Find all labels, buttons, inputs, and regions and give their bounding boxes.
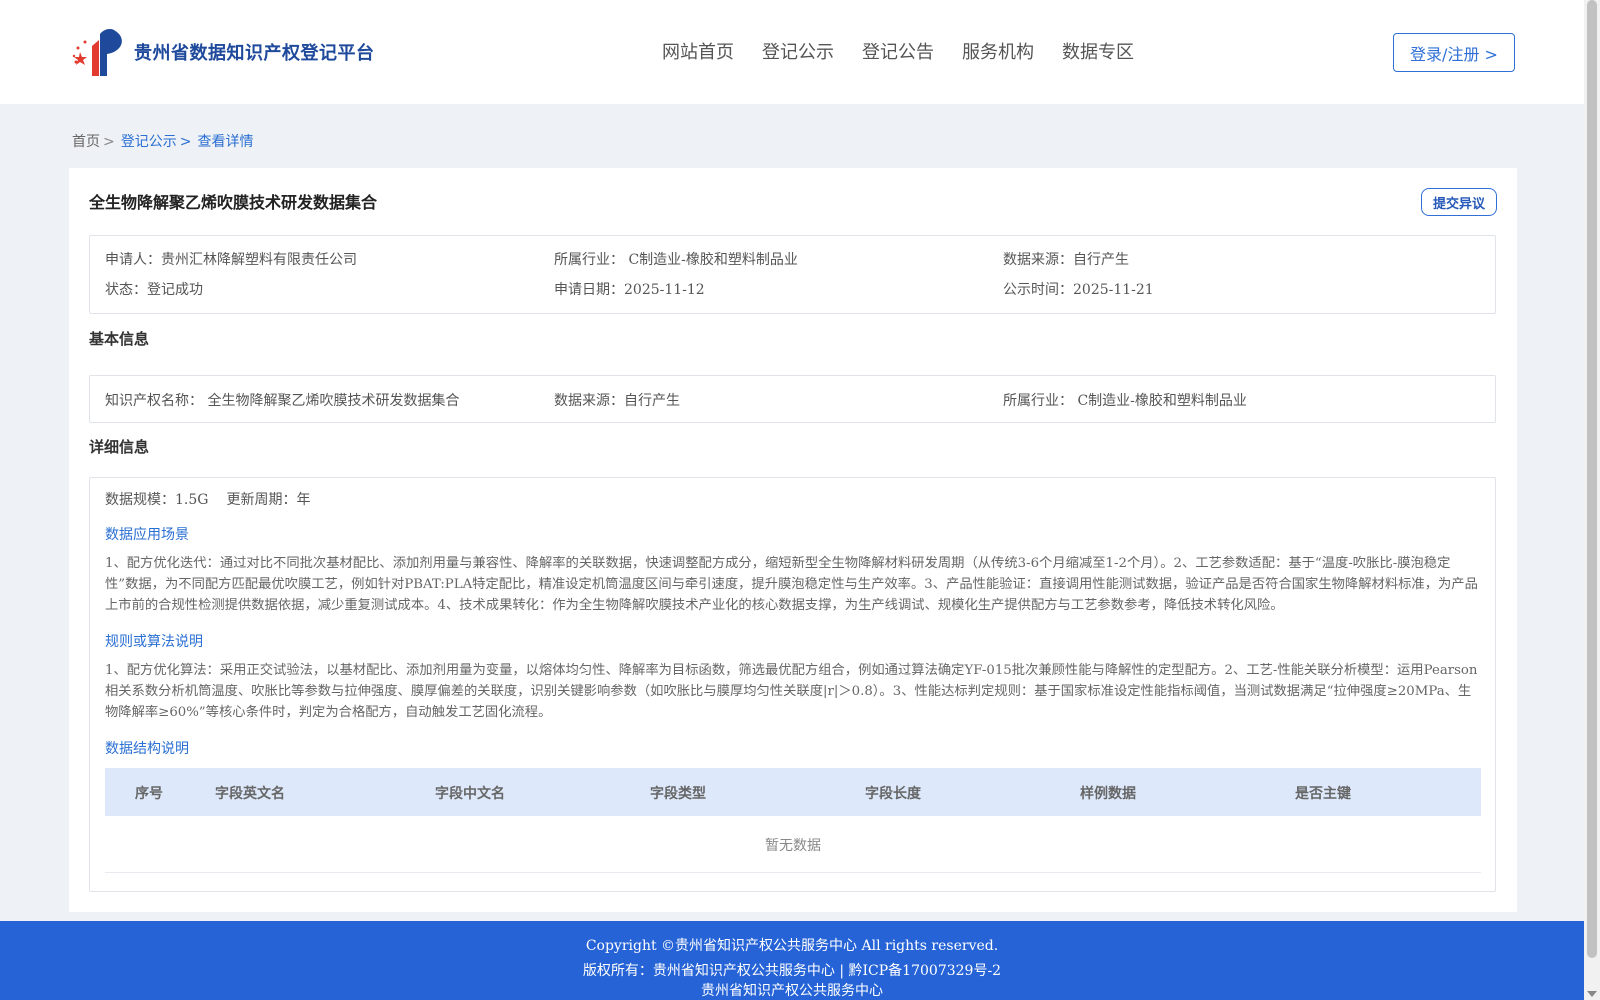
update-cycle-value: 更新周期：年 xyxy=(226,492,311,508)
apply-date-value: 申请日期：2025-11-12 xyxy=(554,282,705,298)
basic-info-heading: 基本信息 xyxy=(89,330,150,348)
table-empty-state: 暂无数据 xyxy=(105,818,1481,873)
data-structure-table-header: 序号 字段英文名 字段中文名 字段类型 字段长度 样例数据 是否主键 xyxy=(105,768,1481,816)
detail-info-box: 数据规模：1.5G 更新周期：年 数据应用场景 1、配方优化迭代：通过对比不同批次… xyxy=(89,477,1496,892)
submit-objection-button[interactable]: 提交异议 xyxy=(1421,188,1497,216)
page-title: 全生物降解聚乙烯吹膜技术研发数据集合 xyxy=(89,193,378,212)
nav-item-home[interactable]: 网站首页 xyxy=(662,38,734,64)
ip-name-value: 知识产权名称： 全生物降解聚乙烯吹膜技术研发数据集合 xyxy=(105,393,460,409)
breadcrumb-registration-notice[interactable]: 登记公示 xyxy=(121,134,177,150)
detail-info-heading: 详细信息 xyxy=(89,438,150,456)
scrollbar-thumb[interactable] xyxy=(1587,0,1597,958)
applicant-value: 申请人：贵州汇林降解塑料有限责任公司 xyxy=(105,252,357,268)
application-scenario-text: 1、配方优化迭代：通过对比不同批次基材配比、添加剂用量与兼容性、降解率的关联数据… xyxy=(105,556,1478,613)
column-header-field-length: 字段长度 xyxy=(865,786,921,802)
logo-text: 贵州省数据知识产权登记平台 xyxy=(134,43,375,64)
industry-value: 所属行业： C制造业-橡胶和塑料制品业 xyxy=(554,252,798,268)
publish-time-value: 公示时间：2025-11-21 xyxy=(1003,282,1154,298)
data-structure-heading: 数据结构说明 xyxy=(105,741,189,757)
detail-card: 全生物降解聚乙烯吹膜技术研发数据集合 提交异议 申请人：贵州汇林降解塑料有限责任… xyxy=(69,168,1517,912)
status-value: 状态：登记成功 xyxy=(105,282,203,298)
site-footer: Copyright ©贵州省知识产权公共服务中心 All rights rese… xyxy=(0,921,1584,1000)
footer-organization: 贵州省知识产权公共服务中心 xyxy=(701,983,883,999)
main-nav: 网站首页 登记公示 登记公告 服务机构 数据专区 xyxy=(662,38,1162,64)
vertical-scrollbar[interactable] xyxy=(1584,0,1600,1000)
scroll-down-arrow-icon[interactable] xyxy=(1587,991,1597,997)
summary-box: 申请人：贵州汇林降解塑料有限责任公司 所属行业： C制造业-橡胶和塑料制品业 数… xyxy=(89,235,1496,314)
column-header-field-type: 字段类型 xyxy=(650,786,706,802)
data-scale-value: 数据规模：1.5G xyxy=(105,492,209,508)
column-header-sample-data: 样例数据 xyxy=(1080,786,1136,802)
logo-emblem-icon xyxy=(72,29,122,76)
nav-item-registration-announcement[interactable]: 登记公告 xyxy=(862,38,934,64)
data-meta: 数据规模：1.5G 更新周期：年 xyxy=(105,489,328,509)
breadcrumb-separator: > xyxy=(179,134,192,150)
basic-info-box: 知识产权名称： 全生物降解聚乙烯吹膜技术研发数据集合 数据来源：自行产生 所属行… xyxy=(89,375,1496,423)
login-register-button[interactable]: 登录/注册 > xyxy=(1393,33,1515,72)
nav-item-registration-notice[interactable]: 登记公示 xyxy=(762,38,834,64)
breadcrumb-home[interactable]: 首页 xyxy=(72,134,100,150)
footer-copyright: Copyright ©贵州省知识产权公共服务中心 All rights rese… xyxy=(585,938,999,954)
rules-algorithm-heading: 规则或算法说明 xyxy=(105,634,203,650)
site-logo[interactable]: 贵州省数据知识产权登记平台 xyxy=(70,26,375,78)
column-header-field-cn: 字段中文名 xyxy=(435,786,505,802)
nav-item-service-agencies[interactable]: 服务机构 xyxy=(962,38,1034,64)
column-header-field-en: 字段英文名 xyxy=(215,786,285,802)
application-scenario-heading: 数据应用场景 xyxy=(105,527,189,543)
column-header-primary-key: 是否主键 xyxy=(1295,786,1351,802)
basic-source-value: 数据来源：自行产生 xyxy=(554,393,680,409)
nav-item-data-zone[interactable]: 数据专区 xyxy=(1062,38,1134,64)
basic-industry-value: 所属行业： C制造业-橡胶和塑料制品业 xyxy=(1003,393,1247,409)
site-header: 贵州省数据知识产权登记平台 网站首页 登记公示 登记公告 服务机构 数据专区 登… xyxy=(0,0,1584,104)
breadcrumb: 首页 > 登记公示 > 查看详情 xyxy=(72,131,253,151)
rules-algorithm-text: 1、配方优化算法：采用正交试验法，以基材配比、添加剂用量为变量，以熔体均匀性、降… xyxy=(105,663,1478,720)
page: 贵州省数据知识产权登记平台 网站首页 登记公示 登记公告 服务机构 数据专区 登… xyxy=(0,0,1584,1000)
breadcrumb-separator: > xyxy=(103,134,115,150)
source-value: 数据来源：自行产生 xyxy=(1003,252,1129,268)
column-header-index: 序号 xyxy=(135,786,163,802)
footer-icp[interactable]: 版权所有：贵州省知识产权公共服务中心 | 黔ICP备17007329号-2 xyxy=(0,960,1584,980)
breadcrumb-current[interactable]: 查看详情 xyxy=(197,134,253,150)
